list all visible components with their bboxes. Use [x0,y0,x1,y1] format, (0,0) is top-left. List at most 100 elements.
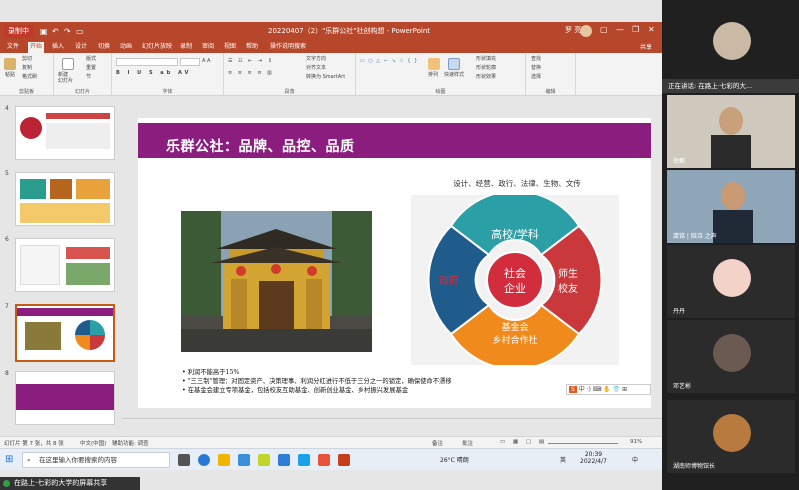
reset-button[interactable]: 重置 [86,65,96,72]
participant-tile[interactable]: 徐麒 [667,95,795,168]
participant-tile[interactable]: 丹丹 [667,245,795,318]
find-button[interactable]: 查找 [531,56,541,63]
notes-button[interactable]: 备注 [432,439,443,447]
language-status[interactable]: 中文(中国) [80,439,106,447]
font-name-select[interactable] [116,58,178,66]
tab-record[interactable]: 录制 [178,42,194,51]
close-icon[interactable]: ✕ [648,25,655,34]
participant-tile[interactable]: 湖南师博物馆长 [667,400,795,473]
weather-status[interactable]: 26°C 晴朗 [440,455,469,464]
app-icon[interactable] [278,454,290,466]
font-size-select[interactable] [180,58,200,66]
tab-review[interactable]: 审阅 [200,42,216,51]
app-icon[interactable] [318,454,330,466]
slide-thumbnails-pane[interactable]: 4 5 6 7 8 [0,100,122,436]
ime-toolbar[interactable]: S 中 ·) ⌨ ✋ 👕 ⊞ [566,384,651,395]
diagram-caption[interactable]: 设计、经营、政行、法律、生物、文传 [408,178,626,189]
replace-button[interactable]: 替换 [531,65,541,72]
tell-me-search[interactable]: 操作说明搜索 [268,42,308,51]
save-icon[interactable]: ▣ [40,27,48,36]
clock[interactable]: 20:39 2022/4/7 [580,451,607,465]
ime-indicator[interactable]: 英 [560,455,566,464]
new-slide-button[interactable]: 新建 幻灯片 [58,72,73,84]
screen-share-banner[interactable]: 在路上·七彩的大学的屏幕共享 [0,477,140,490]
redo-icon[interactable]: ↷ [64,27,71,36]
bullet-list[interactable]: • 利润不能高于15% • "三三制"管理：对固定资产、决策理事、利润分红进行不… [182,368,452,395]
chrome-icon[interactable] [258,454,270,466]
tab-help[interactable]: 帮助 [244,42,260,51]
lang-indicator[interactable]: 中 [632,455,638,464]
zoom-slider[interactable] [548,443,618,444]
shape-outline-button[interactable]: 形状轮廓 [476,65,496,72]
list-buttons[interactable]: ☰ ☷ ⇤ ⇥ ↕ [228,58,274,65]
participant-tile[interactable]: 邓艺彬 [667,320,795,393]
undo-icon[interactable]: ↶ [52,27,59,36]
shape-effects-button[interactable]: 形状效果 [476,74,496,81]
user-name[interactable]: 罗 亮 [565,25,581,35]
arrange-icon[interactable] [428,58,440,70]
grow-font-icon[interactable]: A A [202,58,210,65]
center-circle[interactable] [486,251,544,309]
accessibility-status[interactable]: 辅助功能: 调查 [112,439,149,447]
zoom-level[interactable]: 91% [630,439,642,445]
view-buttons[interactable]: ▭ ▦ ▢ ▤ [500,439,547,445]
edge-icon[interactable] [198,454,210,466]
participant-tile[interactable]: 龚铭 | 陪诗 之声 [667,170,795,243]
app-icon[interactable] [298,454,310,466]
slide-thumbnail-8[interactable] [15,371,115,425]
slide-thumbnail-6[interactable] [15,238,115,292]
tab-design[interactable]: 设计 [73,42,89,51]
window-title: 20220407（2）"乐群公社"社创构想 - PowerPoint [268,27,431,35]
format-painter-button[interactable]: 格式刷 [22,74,37,81]
notes-divider[interactable] [122,418,662,419]
align-buttons[interactable]: ≡ ≡ ≡ ≡ ▥ [228,70,274,77]
quick-styles-icon[interactable] [448,58,460,70]
participant-tile[interactable] [667,8,795,78]
paste-button[interactable]: 粘贴 [5,72,15,79]
quick-styles-button[interactable]: 快速样式 [444,72,464,79]
powerpoint-icon[interactable] [338,454,350,466]
tab-animations[interactable]: 动画 [118,42,134,51]
tab-insert[interactable]: 插入 [50,42,66,51]
shape-fill-button[interactable]: 形状填充 [476,56,496,63]
tab-transitions[interactable]: 切换 [96,42,112,51]
smartart-button[interactable]: 转换为 SmartArt [306,74,345,81]
app-icon[interactable] [238,454,250,466]
cut-button[interactable]: 剪切 [22,56,32,63]
ribbon: 粘贴 剪切 复制 格式刷 剪贴板 新建 幻灯片 版式 重置 节 幻灯片 B I … [0,53,662,96]
task-view-icon[interactable] [178,454,190,466]
arrange-button[interactable]: 排列 [428,72,438,79]
text-direction-button[interactable]: 文字方向 [306,56,326,63]
slide[interactable]: 乐群公社：品牌、品控、品质 设计、经营、政行、法律、生物、文传 社会 企业 高校… [138,118,651,408]
present-icon[interactable]: ▭ [76,27,84,36]
align-text-button[interactable]: 对齐文本 [306,65,326,72]
slide-title[interactable]: 乐群公社：品牌、品控、品质 [166,136,355,156]
stakeholder-diagram[interactable]: 社会 企业 高校/学科 师生 校友 基金会 乡村合作社 政府 [411,190,619,370]
slide-canvas[interactable]: 乐群公社：品牌、品控、品质 设计、经营、政行、法律、生物、文传 社会 企业 高校… [122,100,662,436]
tab-slideshow[interactable]: 幻灯片放映 [140,42,174,51]
slide-thumbnail-4[interactable] [15,106,115,160]
temple-gate-photo[interactable] [181,211,372,352]
select-button[interactable]: 选择 [531,74,541,81]
windows-start-icon[interactable]: ⊞ [5,454,13,465]
layout-button[interactable]: 版式 [86,56,96,63]
new-slide-icon[interactable] [62,58,74,70]
taskbar-search[interactable]: ⌕ 在这里输入你要搜索的内容 [22,452,170,468]
section-button[interactable]: 节 [86,74,91,81]
font-format-buttons[interactable]: B I U S ab AV [116,70,191,77]
slide-thumbnail-5[interactable] [15,172,115,226]
explorer-icon[interactable] [218,454,230,466]
tab-home[interactable]: 开始 [28,42,45,53]
paste-icon[interactable] [4,58,16,70]
user-avatar[interactable] [580,25,592,37]
maximize-icon[interactable]: ❐ [632,25,639,34]
slide-thumbnail-7[interactable] [15,304,115,362]
copy-button[interactable]: 复制 [22,65,32,72]
share-button[interactable]: 共享 [640,42,652,51]
minimize-icon[interactable]: — [616,25,624,34]
tab-file[interactable]: 文件 [5,42,21,51]
tab-view[interactable]: 视图 [222,42,238,51]
comments-button[interactable]: 批注 [462,439,473,447]
ribbon-display-icon[interactable]: ▢ [600,25,608,34]
shapes-gallery[interactable]: ▭ ○ △ ⌐ ↘ ☆ { } [360,58,418,65]
